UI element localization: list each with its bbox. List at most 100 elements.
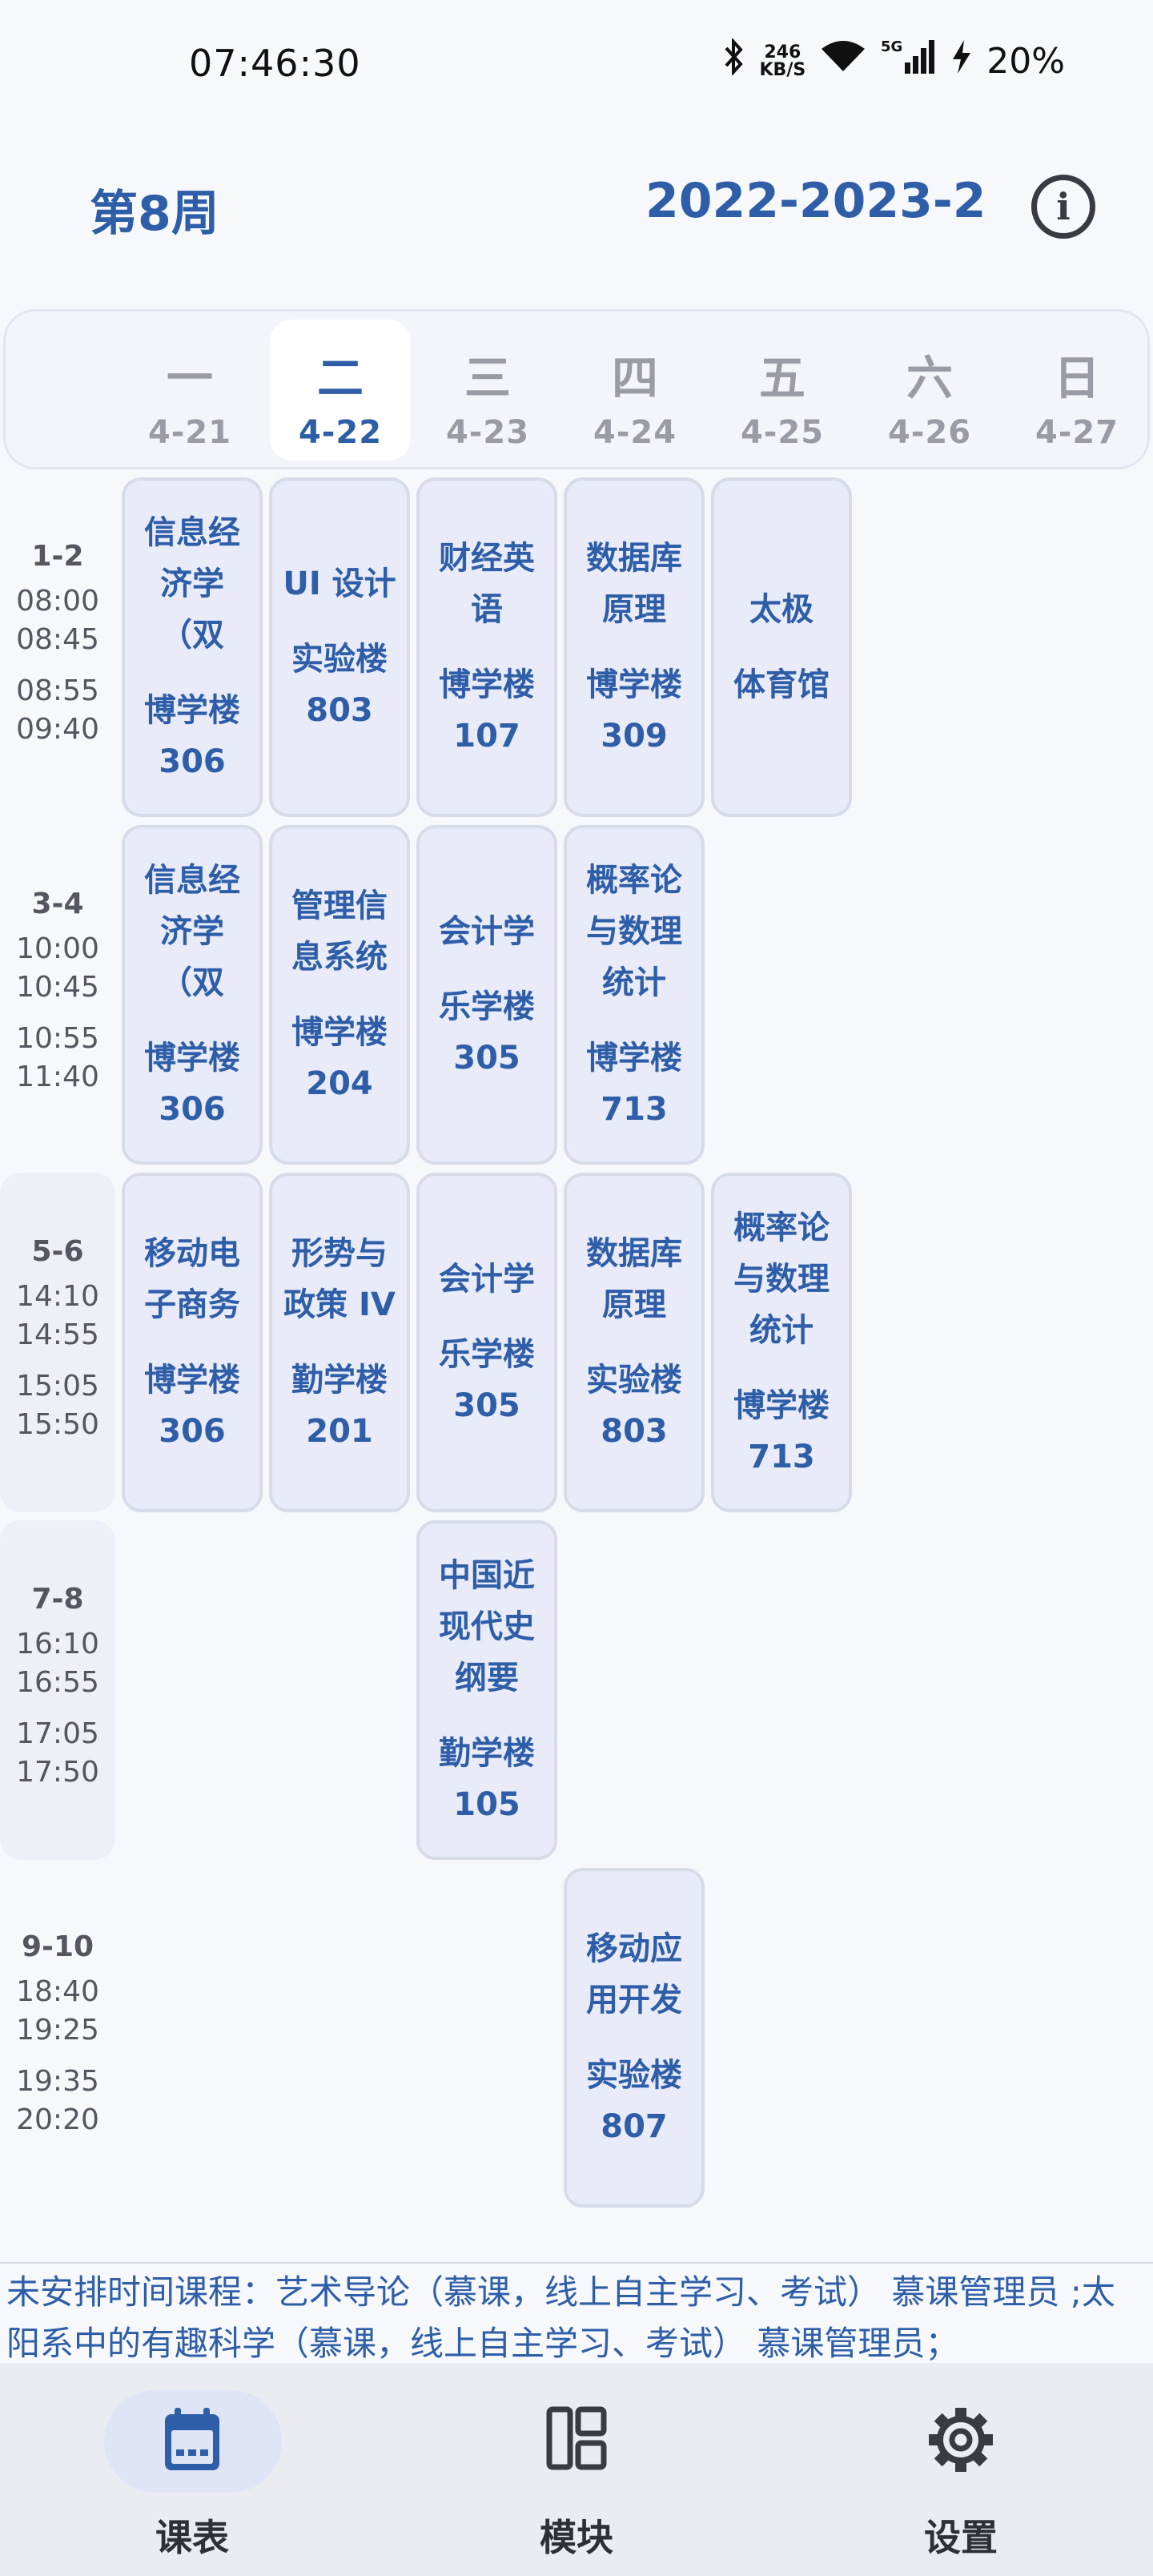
- course-room: 勤学楼 105: [439, 1735, 535, 1823]
- cellular-icon: 5G: [881, 38, 937, 84]
- week-label[interactable]: 第8周: [90, 175, 219, 244]
- net-speed-unit: KB/S: [759, 59, 806, 80]
- day-date: 4-22: [298, 414, 383, 451]
- course-name: 管理信息系统: [291, 888, 388, 976]
- slot-number: 1-2: [31, 540, 84, 573]
- course-card[interactable]: UI 设计 实验楼 803: [269, 477, 410, 817]
- modules-icon: [384, 2406, 769, 2470]
- time-slot: 3-4 10:00 10:45 10:55 11:40: [0, 825, 115, 1165]
- slot-time: 14:10: [16, 1280, 99, 1313]
- wifi-icon: [820, 39, 866, 83]
- course-card[interactable]: 移动应用开发 实验楼 807: [564, 1868, 705, 2208]
- course-card[interactable]: 太极 体育馆: [711, 477, 852, 817]
- course-room: 博学楼 306: [144, 1362, 240, 1450]
- slot-time: 08:00: [16, 585, 99, 618]
- course-card[interactable]: 管理信息系统 博学楼 204: [269, 825, 410, 1165]
- charging-icon: [951, 38, 972, 84]
- day-name: 五: [758, 351, 805, 405]
- slot-time: 08:55: [16, 674, 99, 707]
- calendar-icon: [0, 2406, 384, 2473]
- day-name: 一: [166, 351, 213, 405]
- slot-time: 17:05: [16, 1717, 99, 1750]
- slot-times: 16:10 16:55 17:05 17:50: [0, 1625, 115, 1792]
- course-card[interactable]: 概率论与数理统计 博学楼 713: [711, 1173, 852, 1512]
- day-date: 4-25: [740, 414, 825, 451]
- slot-time: 20:20: [16, 2103, 99, 2136]
- day-sat[interactable]: 六 4-26: [859, 320, 1000, 461]
- slot-times: 10:00 10:45 10:55 11:40: [0, 930, 115, 1097]
- course-card[interactable]: 形势与政策 IV 勤学楼 201: [269, 1173, 410, 1512]
- course-name: 数据库原理: [586, 540, 682, 628]
- info-button[interactable]: i: [1031, 175, 1095, 239]
- day-wed[interactable]: 三 4-23: [417, 320, 558, 461]
- course-room: 博学楼 306: [144, 1040, 240, 1128]
- course-name: 移动应用开发: [586, 1930, 682, 2019]
- nav-modules[interactable]: 模块: [384, 2363, 769, 2576]
- slot-times: 08:00 08:45 08:55 09:40: [0, 582, 115, 749]
- slot-time: 09:40: [16, 713, 99, 746]
- slot-time: 11:40: [16, 1061, 99, 1093]
- course-name: 会计学: [439, 913, 535, 950]
- status-indicators: 246 KB/S 5G 20%: [723, 37, 1065, 84]
- term-label[interactable]: 2022-2023-2: [645, 173, 986, 229]
- course-card[interactable]: 概率论与数理统计 博学楼 713: [564, 825, 705, 1165]
- course-name: 财经英语: [439, 540, 535, 628]
- slot-time: 17:50: [16, 1756, 99, 1789]
- course-room: 勤学楼 201: [291, 1362, 388, 1450]
- bluetooth-icon: [723, 37, 745, 84]
- unscheduled-courses: 未安排时间课程：艺术导论（慕课，线上自主学习、考试） 慕课管理员 ;太阳系中的有…: [6, 2272, 1115, 2363]
- slot-time: 10:00: [16, 932, 99, 965]
- slot-time: 10:45: [16, 971, 99, 1004]
- day-date: 4-21: [147, 414, 232, 451]
- day-sun[interactable]: 日 4-27: [1006, 320, 1147, 461]
- day-mon[interactable]: 一 4-21: [119, 320, 260, 461]
- day-fri[interactable]: 五 4-25: [712, 320, 853, 461]
- course-room: 博学楼 107: [439, 666, 535, 755]
- course-name: 形势与政策 IV: [283, 1235, 396, 1323]
- day-name: 日: [1053, 351, 1100, 405]
- slot-time: 19:25: [16, 2014, 99, 2047]
- slot-time: 15:05: [16, 1370, 99, 1403]
- course-card[interactable]: 移动电子商务 博学楼 306: [122, 1173, 263, 1512]
- nav-label: 设置: [924, 2516, 998, 2559]
- day-name: 三: [464, 351, 511, 405]
- course-room: 实验楼 803: [291, 641, 388, 729]
- course-card[interactable]: 中国近现代史纲要 勤学楼 105: [416, 1520, 557, 1860]
- day-thu[interactable]: 四 4-24: [564, 320, 705, 461]
- course-name: UI 设计: [283, 566, 396, 602]
- course-card[interactable]: 数据库原理 博学楼 309: [564, 477, 705, 817]
- course-name: 概率论与数理统计: [733, 1210, 830, 1349]
- day-name: 四: [611, 351, 658, 405]
- slot-time: 16:10: [16, 1628, 99, 1660]
- course-card[interactable]: 信息经济学（双语… 博学楼 306: [122, 825, 263, 1165]
- course-name: 中国近现代史纲要: [439, 1557, 535, 1697]
- day-date: 4-26: [887, 414, 972, 451]
- course-name: 会计学: [439, 1261, 535, 1298]
- course-room: 体育馆: [733, 666, 830, 703]
- day-tue[interactable]: 二 4-22: [270, 320, 411, 461]
- divider: [0, 2262, 1153, 2264]
- nav-timetable[interactable]: 课表: [0, 2363, 384, 2576]
- slot-time: 10:55: [16, 1022, 99, 1055]
- time-slot: 1-2 08:00 08:45 08:55 09:40: [0, 477, 115, 817]
- slot-number: 7-8: [31, 1583, 84, 1616]
- course-room: 博学楼 713: [733, 1387, 830, 1475]
- course-room: 博学楼 306: [144, 692, 240, 780]
- course-room: 实验楼 807: [586, 2057, 682, 2145]
- course-name: 数据库原理: [586, 1235, 682, 1323]
- slot-number: 9-10: [21, 1930, 94, 1963]
- nav-label: 课表: [155, 2516, 229, 2559]
- course-room: 博学楼 309: [586, 666, 682, 755]
- slot-time: 18:40: [16, 1975, 99, 2008]
- course-card[interactable]: 会计学 乐学楼 305: [416, 1173, 557, 1512]
- course-card[interactable]: 数据库原理 实验楼 803: [564, 1173, 705, 1512]
- course-card[interactable]: 信息经济学（双语… 博学楼 306: [122, 477, 263, 817]
- day-date: 4-23: [445, 414, 530, 451]
- gear-icon: [769, 2406, 1153, 2473]
- course-card[interactable]: 财经英语 博学楼 107: [416, 477, 557, 817]
- info-icon: i: [1056, 185, 1071, 228]
- time-slot: 9-10 18:40 19:25 19:35 20:20: [0, 1868, 115, 2208]
- course-card[interactable]: 会计学 乐学楼 305: [416, 825, 557, 1165]
- nav-settings[interactable]: 设置: [769, 2363, 1153, 2576]
- slot-time: 15:50: [16, 1408, 99, 1441]
